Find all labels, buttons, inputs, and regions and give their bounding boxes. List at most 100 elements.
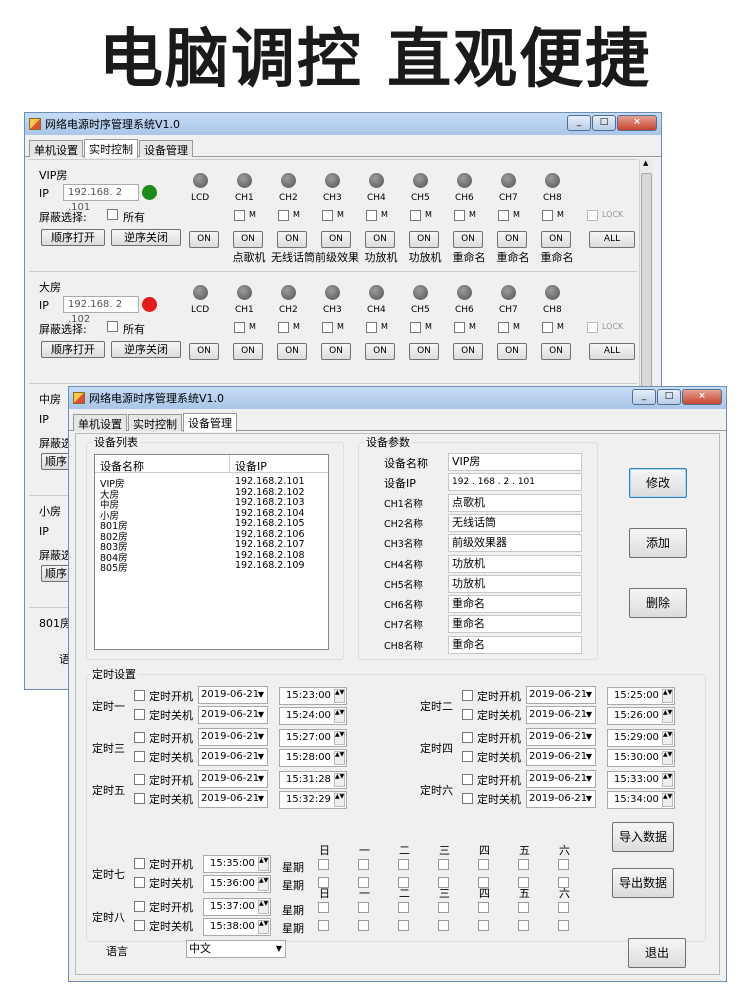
param-input[interactable]: 前级效果器 bbox=[448, 534, 582, 553]
maximize-button[interactable]: □ bbox=[657, 389, 681, 405]
chevron-down-icon[interactable]: ▼ bbox=[258, 687, 264, 703]
spinner-arrows-icon[interactable]: ▲▼ bbox=[258, 877, 269, 891]
channel-mask-checkbox[interactable] bbox=[454, 210, 465, 221]
timed-on-checkbox[interactable] bbox=[134, 732, 145, 743]
channel-mask-checkbox[interactable] bbox=[410, 322, 421, 333]
timed-off-checkbox[interactable] bbox=[134, 751, 145, 762]
timed-off-time-spinner[interactable]: 15:36:00 ▲▼ bbox=[203, 875, 271, 893]
list-item-ip[interactable]: 192.168.2.104 bbox=[235, 508, 305, 519]
spinner-arrows-icon[interactable]: ▲▼ bbox=[334, 709, 345, 723]
weekday-off-checkbox[interactable] bbox=[478, 920, 489, 931]
weekday-on-checkbox[interactable] bbox=[518, 902, 529, 913]
spinner-arrows-icon[interactable]: ▲▼ bbox=[258, 900, 269, 914]
weekday-on-checkbox[interactable] bbox=[438, 859, 449, 870]
timed-off-time-spinner[interactable]: 15:38:00 ▲▼ bbox=[203, 918, 271, 936]
spinner-arrows-icon[interactable]: ▲▼ bbox=[334, 731, 345, 745]
import-data-button[interactable]: 导入数据 bbox=[612, 822, 674, 852]
timed-on-checkbox[interactable] bbox=[462, 732, 473, 743]
weekday-off-checkbox[interactable] bbox=[318, 920, 329, 931]
channel-on-button[interactable]: ON bbox=[497, 343, 527, 360]
tab-realtime-control[interactable]: 实时控制 bbox=[128, 414, 182, 431]
add-button[interactable]: 添加 bbox=[629, 528, 687, 558]
channel-mask-checkbox[interactable] bbox=[278, 210, 289, 221]
spinner-arrows-icon[interactable]: ▲▼ bbox=[258, 857, 269, 871]
spinner-arrows-icon[interactable]: ▲▼ bbox=[258, 920, 269, 934]
channel-mask-checkbox[interactable] bbox=[366, 322, 377, 333]
param-input[interactable]: 点歌机 bbox=[448, 493, 582, 512]
timed-on-time-spinner[interactable]: 15:23:00 ▲▼ bbox=[279, 687, 347, 705]
scroll-up-arrow[interactable]: ▲ bbox=[643, 159, 648, 167]
timed-off-checkbox[interactable] bbox=[462, 709, 473, 720]
chevron-down-icon[interactable]: ▼ bbox=[258, 791, 264, 807]
timed-off-date-dropdown[interactable]: 2019-06-21 ▼ bbox=[198, 748, 268, 766]
timed-off-time-spinner[interactable]: 15:28:00 ▲▼ bbox=[279, 749, 347, 767]
timed-on-checkbox[interactable] bbox=[462, 774, 473, 785]
channel-mask-checkbox[interactable] bbox=[234, 210, 245, 221]
weekday-off-checkbox[interactable] bbox=[518, 920, 529, 931]
modify-button[interactable]: 修改 bbox=[629, 468, 687, 498]
weekday-on-checkbox[interactable] bbox=[478, 902, 489, 913]
tab-device-management[interactable]: 设备管理 bbox=[139, 140, 193, 157]
param-input[interactable]: 功放机 bbox=[448, 554, 582, 573]
ip-address-field[interactable]: 192.168. 2 .102 bbox=[63, 296, 139, 325]
tab-single-settings[interactable]: 单机设置 bbox=[29, 140, 83, 157]
chevron-down-icon[interactable]: ▼ bbox=[586, 749, 592, 765]
channel-on-button[interactable]: ON bbox=[409, 343, 439, 360]
timed-off-time-spinner[interactable]: 15:26:00 ▲▼ bbox=[607, 707, 675, 725]
list-item-ip[interactable]: 192.168.2.103 bbox=[235, 497, 305, 508]
spinner-arrows-icon[interactable]: ▲▼ bbox=[662, 731, 673, 745]
delete-button[interactable]: 删除 bbox=[629, 588, 687, 618]
weekday-on-checkbox[interactable] bbox=[358, 859, 369, 870]
channel-on-button[interactable]: ON bbox=[189, 231, 219, 248]
timed-on-time-spinner[interactable]: 15:29:00 ▲▼ bbox=[607, 729, 675, 747]
channel-mask-checkbox[interactable] bbox=[322, 322, 333, 333]
timed-off-date-dropdown[interactable]: 2019-06-21 ▼ bbox=[198, 790, 268, 808]
timed-off-time-spinner[interactable]: 15:32:29 ▲▼ bbox=[279, 791, 347, 809]
channel-mask-checkbox[interactable] bbox=[454, 322, 465, 333]
timed-on-checkbox[interactable] bbox=[134, 690, 145, 701]
tab-single-settings[interactable]: 单机设置 bbox=[73, 414, 127, 431]
channel-on-button[interactable]: ON bbox=[541, 231, 571, 248]
timed-on-date-dropdown[interactable]: 2019-06-21 ▼ bbox=[526, 686, 596, 704]
chevron-down-icon[interactable]: ▼ bbox=[586, 707, 592, 723]
channel-on-button[interactable]: ON bbox=[497, 231, 527, 248]
timed-on-date-dropdown[interactable]: 2019-06-21 ▼ bbox=[198, 686, 268, 704]
lock-checkbox[interactable] bbox=[587, 322, 598, 333]
spinner-arrows-icon[interactable]: ▲▼ bbox=[662, 793, 673, 807]
close-button[interactable]: × bbox=[617, 115, 657, 131]
timed-off-checkbox[interactable] bbox=[462, 751, 473, 762]
list-item-ip[interactable]: 192.168.2.105 bbox=[235, 518, 305, 529]
channel-mask-checkbox[interactable] bbox=[234, 322, 245, 333]
weekday-on-checkbox[interactable] bbox=[318, 902, 329, 913]
timed-on-time-spinner[interactable]: 15:35:00 ▲▼ bbox=[203, 855, 271, 873]
list-item-ip[interactable]: 192.168.2.108 bbox=[235, 550, 305, 561]
device-list[interactable]: 设备名称 设备IP VIP房 192.168.2.101 大房 192.168.2.102… bbox=[94, 454, 329, 650]
weekday-on-checkbox[interactable] bbox=[558, 902, 569, 913]
reverse-off-button[interactable]: 逆序关闭 bbox=[111, 229, 181, 246]
spinner-arrows-icon[interactable]: ▲▼ bbox=[662, 689, 673, 703]
channel-mask-checkbox[interactable] bbox=[366, 210, 377, 221]
weekday-on-checkbox[interactable] bbox=[358, 902, 369, 913]
timed-on-checkbox[interactable] bbox=[134, 901, 145, 912]
weekday-on-checkbox[interactable] bbox=[478, 859, 489, 870]
timed-off-checkbox[interactable] bbox=[462, 793, 473, 804]
weekday-on-checkbox[interactable] bbox=[438, 902, 449, 913]
channel-on-button[interactable]: ON bbox=[365, 231, 395, 248]
spinner-arrows-icon[interactable]: ▲▼ bbox=[334, 793, 345, 807]
timed-off-checkbox[interactable] bbox=[134, 920, 145, 931]
channel-mask-checkbox[interactable] bbox=[542, 322, 553, 333]
chevron-down-icon[interactable]: ▼ bbox=[276, 941, 282, 957]
param-input[interactable]: 无线话筒 bbox=[448, 513, 582, 532]
chevron-down-icon[interactable]: ▼ bbox=[586, 687, 592, 703]
channel-on-button[interactable]: ON bbox=[365, 343, 395, 360]
channel-mask-checkbox[interactable] bbox=[278, 322, 289, 333]
timed-off-checkbox[interactable] bbox=[134, 793, 145, 804]
spinner-arrows-icon[interactable]: ▲▼ bbox=[334, 689, 345, 703]
chevron-down-icon[interactable]: ▼ bbox=[258, 729, 264, 745]
weekday-off-checkbox[interactable] bbox=[398, 920, 409, 931]
spinner-arrows-icon[interactable]: ▲▼ bbox=[334, 751, 345, 765]
list-item-ip[interactable]: 192.168.2.102 bbox=[235, 487, 305, 498]
channel-on-button[interactable]: ON bbox=[277, 343, 307, 360]
weekday-on-checkbox[interactable] bbox=[398, 902, 409, 913]
timed-on-time-spinner[interactable]: 15:37:00 ▲▼ bbox=[203, 898, 271, 916]
